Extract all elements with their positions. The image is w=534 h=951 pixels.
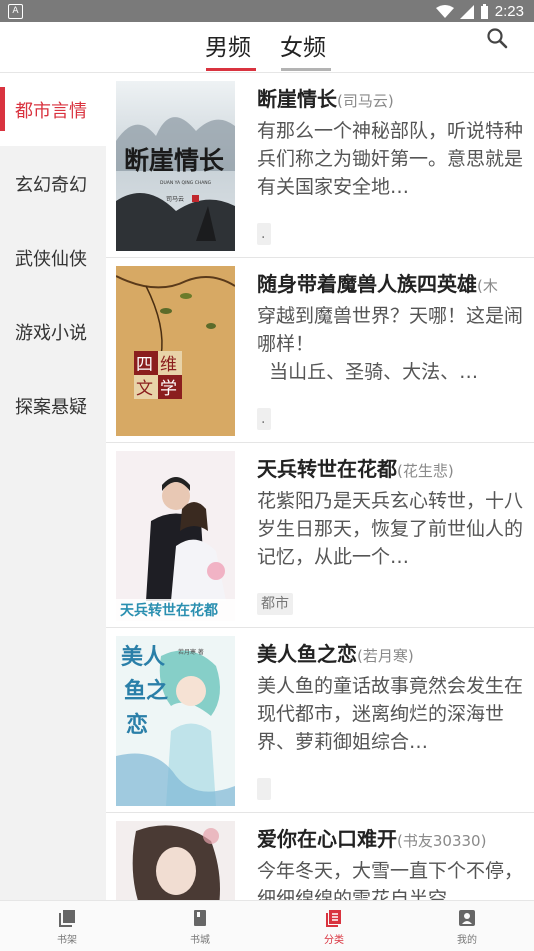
book-title: 断崖情长 <box>257 87 337 111</box>
sidebar-item-label: 探案悬疑 <box>15 397 87 418</box>
book-title: 随身带着魔兽人族四英雄 <box>257 272 477 296</box>
cover-subtitle-text: DUAN YA QING CHANG <box>160 180 212 186</box>
book-author: (司马云) <box>337 92 394 110</box>
notification-icon: A <box>8 4 23 19</box>
signal-icon <box>459 4 474 19</box>
book-item[interactable]: 天兵转世在花都 天兵转世在花都(花生悲) 花紫阳乃是天兵玄心转世，十八岁生日那天… <box>106 443 534 628</box>
book-tag: . <box>257 408 271 430</box>
sidebar-item-label: 都市言情 <box>15 101 87 122</box>
book-list: 断崖情长 DUAN YA QING CHANG 司马云 断崖情长(司马云) 有那… <box>106 73 534 900</box>
book-tag: 都市 <box>257 593 293 615</box>
nav-bookstore[interactable]: 书城 <box>155 901 245 951</box>
bottom-nav: 书架 书城 分类 我的 <box>0 900 534 951</box>
book-tag: . <box>257 223 271 245</box>
cover-title-text: 断崖情长 <box>124 146 225 175</box>
search-icon[interactable] <box>486 27 508 49</box>
tab-female-label: 女频 <box>280 35 326 61</box>
sidebar-item-wuxia[interactable]: 武侠仙侠 <box>0 221 106 294</box>
book-cover-image: 断崖情长 DUAN YA QING CHANG 司马云 <box>116 81 235 251</box>
book-title: 美人鱼之恋 <box>257 642 357 666</box>
status-bar: A 2:23 <box>0 0 534 22</box>
sidebar-item-fantasy[interactable]: 玄幻奇幻 <box>0 147 106 220</box>
cover-title-text: 维 <box>160 355 177 375</box>
nav-profile[interactable]: 我的 <box>422 901 512 951</box>
sidebar-item-mystery[interactable]: 探案悬疑 <box>0 369 106 442</box>
cover-title-text: 四 <box>136 355 153 375</box>
wifi-icon <box>435 4 454 18</box>
book-title-row: 随身带着魔兽人族四英雄(木 <box>257 268 527 297</box>
category-sidebar: 都市言情 玄幻奇幻 武侠仙侠 游戏小说 探案悬疑 <box>0 73 106 900</box>
cover-author-text: 若月寒 著 <box>178 648 204 656</box>
book-author: (花生悲) <box>397 462 454 480</box>
nav-profile-label: 我的 <box>457 935 477 946</box>
tab-female-underline <box>281 68 331 71</box>
tab-male[interactable]: 男频 <box>205 28 256 71</box>
book-title-row: 美人鱼之恋(若月寒) <box>257 638 527 667</box>
cover-title-text: 恋 <box>126 712 148 738</box>
book-cover-image: 美人 鱼之 恋 若月寒 著 <box>116 636 235 806</box>
book-cover[interactable] <box>116 821 235 900</box>
sidebar-item-game[interactable]: 游戏小说 <box>0 295 106 368</box>
book-cover[interactable]: 断崖情长 DUAN YA QING CHANG 司马云 <box>116 81 235 251</box>
book-icon <box>194 910 206 926</box>
book-cover-image: 天兵转世在花都 <box>116 451 235 621</box>
book-cover[interactable]: 四 维 文 学 <box>116 266 235 436</box>
cover-title-text: 美人 <box>121 644 165 670</box>
book-item[interactable]: 美人 鱼之 恋 若月寒 著 美人鱼之恋(若月寒) 美人鱼的童话故事竟然会发生在现… <box>106 628 534 813</box>
status-icons: 2:23 <box>435 3 524 20</box>
book-title-row: 断崖情长(司马云) <box>257 83 527 112</box>
sidebar-item-urban-romance[interactable]: 都市言情 <box>0 73 106 146</box>
cover-title-text: 学 <box>160 379 177 399</box>
book-tag <box>257 778 271 800</box>
notification-badge-label: A <box>12 6 19 16</box>
book-description: 有那么一个神秘部队，听说特种兵们称之为锄奸第一。意思就是有关国家安全地… <box>257 120 524 198</box>
book-item[interactable]: 四 维 文 学 随身带着魔兽人族四英雄(木 穿越到魔兽世界？天哪！这是闹哪样！ … <box>106 258 534 443</box>
tab-female[interactable]: 女频 <box>280 28 331 71</box>
book-title-row: 爱你在心口难开(书友30330) <box>257 823 527 852</box>
nav-category-label: 分类 <box>324 935 344 946</box>
nav-bookshelf[interactable]: 书架 <box>22 901 112 951</box>
book-author: (书友30330) <box>397 832 487 850</box>
category-icon <box>326 910 341 927</box>
book-cover[interactable]: 天兵转世在花都 <box>116 451 235 621</box>
book-description: 美人鱼的童话故事竟然会发生在现代都市，迷离绚烂的深海世界、萝莉御姐综合… <box>257 675 524 753</box>
book-cover-image <box>116 821 235 900</box>
book-title-row: 天兵转世在花都(花生悲) <box>257 453 527 482</box>
header: 男频 女频 <box>0 22 534 73</box>
book-author: (木 <box>477 277 498 295</box>
book-title: 爱你在心口难开 <box>257 827 397 851</box>
cover-title-text: 文 <box>136 379 153 399</box>
book-item[interactable]: 爱你在心口难开(书友30330) 今年冬天，大雪一直下个不停，细细绵绵的雪花自半… <box>106 813 534 900</box>
active-indicator <box>0 87 5 131</box>
bookshelf-icon <box>59 910 75 927</box>
profile-icon <box>459 910 475 926</box>
nav-bookshelf-label: 书架 <box>57 935 77 946</box>
sidebar-item-label: 玄幻奇幻 <box>15 175 87 196</box>
nav-category[interactable]: 分类 <box>289 901 379 951</box>
tab-male-label: 男频 <box>205 35 251 61</box>
tab-male-underline <box>206 68 256 71</box>
book-title: 天兵转世在花都 <box>257 457 397 481</box>
sidebar-item-label: 游戏小说 <box>15 323 87 344</box>
battery-icon <box>480 4 488 19</box>
status-time: 2:23 <box>494 3 524 20</box>
sidebar-item-label: 武侠仙侠 <box>15 249 87 270</box>
cover-title-text: 鱼之 <box>124 678 168 704</box>
nav-bookstore-label: 书城 <box>190 935 210 946</box>
book-description: 花紫阳乃是天兵玄心转世，十八岁生日那天，恢复了前世仙人的记忆，从此一个… <box>257 490 524 568</box>
cover-title-text: 天兵转世在花都 <box>120 602 218 619</box>
book-cover-image: 四 维 文 学 <box>116 266 235 436</box>
book-cover[interactable]: 美人 鱼之 恋 若月寒 著 <box>116 636 235 806</box>
book-author: (若月寒) <box>357 647 414 665</box>
cover-author-text: 司马云 <box>166 195 184 203</box>
book-description: 穿越到魔兽世界？天哪！这是闹哪样！ 当山丘、圣骑、大法、… <box>257 305 524 383</box>
book-description: 今年冬天，大雪一直下个不停，细细绵绵的雪花自半空… <box>257 860 524 900</box>
book-item[interactable]: 断崖情长 DUAN YA QING CHANG 司马云 断崖情长(司马云) 有那… <box>106 73 534 258</box>
